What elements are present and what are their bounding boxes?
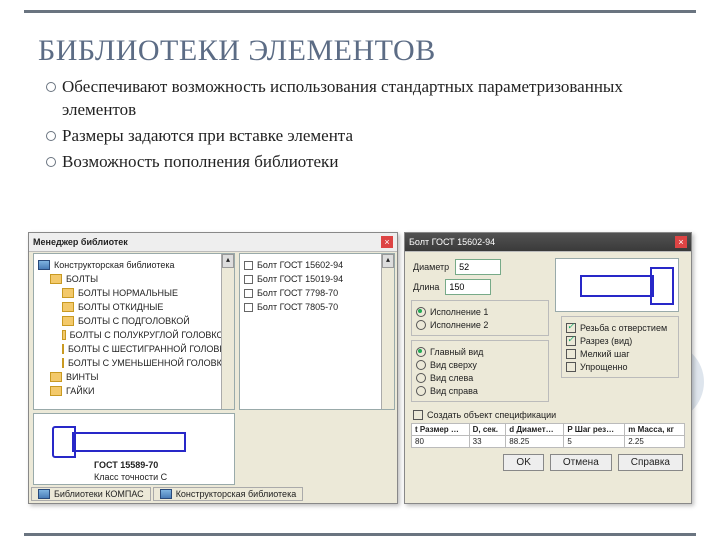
scrollbar[interactable]: ▴ — [381, 254, 394, 409]
preview-caption: ГОСТ 15589-70 — [94, 460, 158, 470]
dialog-preview — [555, 258, 679, 312]
bottom-tabs: Библиотеки КОМПАС Конструкторская библио… — [31, 487, 303, 501]
scroll-up-icon[interactable]: ▴ — [222, 254, 234, 268]
ok-button[interactable]: OK — [503, 454, 543, 471]
options-group: Резьба с отверстием Разрез (вид) Мелкий … — [561, 316, 679, 378]
tree-node[interactable]: БОЛТЫ С УМЕНЬШЕННОЙ ГОЛОВКОЙ — [62, 356, 230, 370]
length-input[interactable] — [445, 279, 491, 295]
view-group: Главный вид Вид сверху Вид слева Вид спр… — [411, 340, 549, 402]
help-button[interactable]: Справка — [618, 454, 683, 471]
list-item[interactable]: Болт ГОСТ 15019-94 — [244, 272, 390, 286]
bullet-list: Обеспечивают возможность использования с… — [38, 76, 682, 174]
close-icon[interactable]: × — [381, 236, 393, 248]
bolt-dialog: Болт ГОСТ 15602-94 × Диаметр Длина Испол… — [404, 232, 692, 504]
exec2-radio[interactable]: Исполнение 2 — [416, 318, 544, 331]
scrollbar[interactable]: ▴ — [221, 254, 234, 409]
preview-subcaption: Класс точности С — [94, 472, 167, 482]
view-right-radio[interactable]: Вид справа — [416, 384, 544, 397]
tree-node[interactable]: БОЛТЫ — [50, 272, 230, 286]
tree-node[interactable]: ГАЙКИ — [50, 384, 230, 398]
folder-icon — [50, 274, 62, 284]
preview-pane: ГОСТ 15589-70 Класс точности С — [33, 413, 235, 485]
library-manager-window: Менеджер библиотек × Конструкторская биб… — [28, 232, 398, 504]
tree-pane[interactable]: Конструкторская библиотека БОЛТЫ БОЛТЫ Н… — [33, 253, 235, 410]
exec1-radio[interactable]: Исполнение 1 — [416, 305, 544, 318]
opt-fine-check[interactable]: Мелкий шаг — [566, 347, 674, 360]
tree-node[interactable]: БОЛТЫ С ПОДГОЛОВКОЙ — [62, 314, 230, 328]
diameter-label: Диаметр — [413, 262, 449, 272]
tree-node[interactable]: БОЛТЫ С ШЕСТИГРАННОЙ ГОЛОВКОЙ — [62, 342, 230, 356]
tree-node[interactable]: БОЛТЫ ОТКИДНЫЕ — [62, 300, 230, 314]
bullet: Размеры задаются при вставке элемента — [46, 125, 682, 148]
book-icon — [38, 260, 50, 270]
table-row[interactable]: 803388.2552.25 — [412, 436, 685, 448]
length-label: Длина — [413, 282, 439, 292]
diameter-input[interactable] — [455, 259, 501, 275]
cancel-button[interactable]: Отмена — [550, 454, 612, 471]
slide-title: БИБЛИОТЕКИ ЭЛЕМЕНТОВ — [38, 34, 682, 68]
dialog-titlebar[interactable]: Болт ГОСТ 15602-94 × — [405, 233, 691, 252]
close-icon[interactable]: × — [675, 236, 687, 248]
spec-check[interactable]: Создать объект спецификации — [413, 408, 683, 421]
list-item[interactable]: Болт ГОСТ 7805-70 — [244, 300, 390, 314]
list-item[interactable]: Болт ГОСТ 7798-70 — [244, 286, 390, 300]
tab-libraries[interactable]: Библиотеки КОМПАС — [31, 487, 151, 501]
opt-simplified-check[interactable]: Упрощенно — [566, 360, 674, 373]
opt-cut-check[interactable]: Разрез (вид) — [566, 334, 674, 347]
dialog-title: Болт ГОСТ 15602-94 — [409, 237, 495, 247]
item-list-pane[interactable]: Болт ГОСТ 15602-94 Болт ГОСТ 15019-94 Бо… — [239, 253, 395, 410]
window-titlebar[interactable]: Менеджер библиотек × — [29, 233, 397, 252]
opt-thread-check[interactable]: Резьба с отверстием — [566, 321, 674, 334]
tree-node[interactable]: ВИНТЫ — [50, 370, 230, 384]
tree-node[interactable]: БОЛТЫ С ПОЛУКРУГЛОЙ ГОЛОВКОЙ — [62, 328, 230, 342]
view-top-radio[interactable]: Вид сверху — [416, 358, 544, 371]
scroll-up-icon[interactable]: ▴ — [382, 254, 394, 268]
tree-root[interactable]: Конструкторская библиотека — [38, 258, 230, 272]
bullet: Возможность пополнения библиотеки — [46, 151, 682, 174]
tab-constructor[interactable]: Конструкторская библиотека — [153, 487, 304, 501]
list-item[interactable]: Болт ГОСТ 15602-94 — [244, 258, 390, 272]
window-title: Менеджер библиотек — [33, 237, 128, 247]
params-table: t Размер …D, сек.d Диамет…P Шаг рез…m Ма… — [411, 423, 685, 448]
tree-node[interactable]: БОЛТЫ НОРМАЛЬНЫЕ — [62, 286, 230, 300]
view-left-radio[interactable]: Вид слева — [416, 371, 544, 384]
bullet: Обеспечивают возможность использования с… — [46, 76, 682, 122]
view-main-radio[interactable]: Главный вид — [416, 345, 544, 358]
execution-group: Исполнение 1 Исполнение 2 — [411, 300, 549, 336]
